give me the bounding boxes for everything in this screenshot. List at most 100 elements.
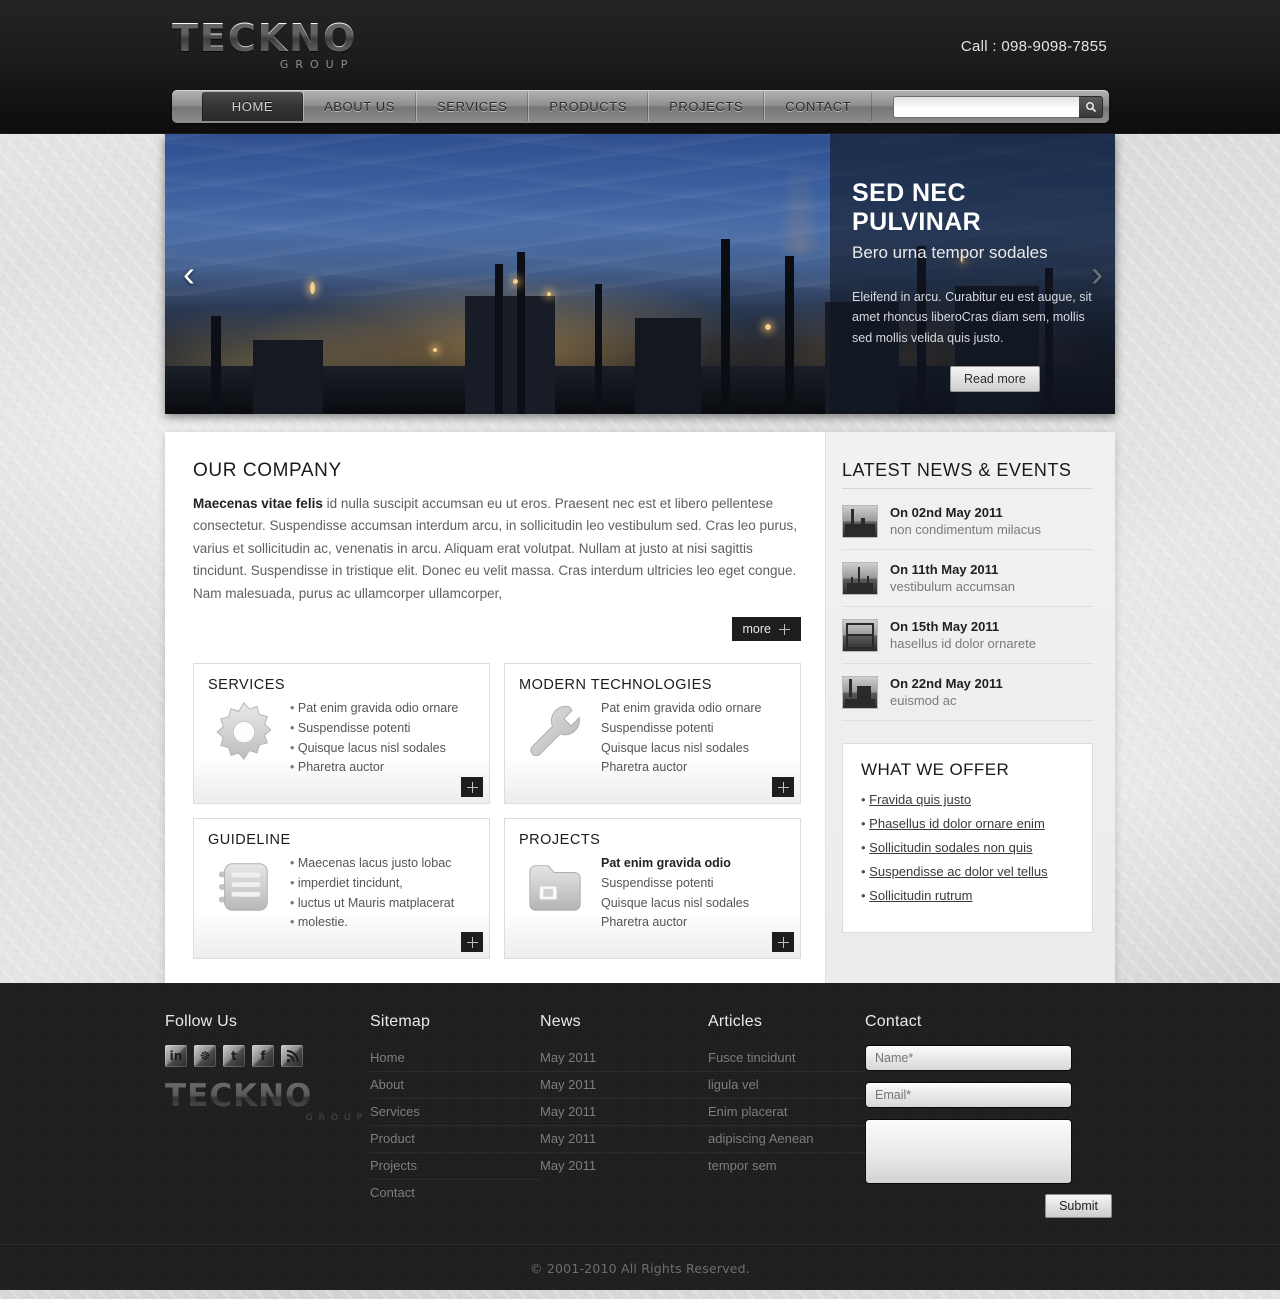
nav-item-contact[interactable]: CONTACT — [764, 92, 873, 121]
sitemap-link-projects[interactable]: Projects — [370, 1153, 540, 1179]
footer-news-link[interactable]: May 2011 — [540, 1126, 708, 1152]
search-input[interactable] — [893, 95, 1079, 118]
sitemap-link-home[interactable]: Home — [370, 1045, 540, 1071]
search-button[interactable] — [1079, 95, 1103, 118]
news-item[interactable]: On 15th May 2011 hasellus id dolor ornar… — [842, 607, 1093, 664]
feature-box-expand-button[interactable] — [772, 932, 794, 953]
offer-link[interactable]: Sollicitudin sodales non quis — [869, 840, 1032, 855]
list-item: Projects — [370, 1153, 540, 1180]
list-item: May 2011 — [540, 1153, 708, 1179]
news-thumbnail — [842, 562, 878, 595]
feature-list-item: Quisque lacus nisl sodales — [601, 740, 749, 755]
nav-item-home[interactable]: HOME — [202, 92, 303, 121]
our-company-more-button[interactable]: more — [731, 617, 801, 642]
sitemap-list: Home About Services Product Projects Con… — [370, 1045, 540, 1206]
sitemap-link-product[interactable]: Product — [370, 1126, 540, 1152]
rss-icon[interactable] — [281, 1045, 303, 1067]
nav-item-projects[interactable]: PROJECTS — [648, 92, 765, 121]
news-item[interactable]: On 02nd May 2011 non condimentum milacus — [842, 493, 1093, 550]
social-links: in ☸ t f — [165, 1045, 370, 1067]
nav-item-products[interactable]: PRODUCTS — [528, 92, 649, 121]
sitemap-link-services[interactable]: Services — [370, 1099, 540, 1125]
offer-link[interactable]: Phasellus id dolor ornare enim — [869, 816, 1045, 831]
sidebar: LATEST NEWS & EVENTS On 02nd May 2011 no… — [825, 432, 1115, 983]
footer-article-link[interactable]: Fusce tincidunt — [708, 1045, 865, 1071]
news-item[interactable]: On 11th May 2011 vestibulum accumsan — [842, 550, 1093, 607]
feature-list-item: Suspendisse potenti — [290, 719, 458, 739]
footer-news-link[interactable]: May 2011 — [540, 1072, 708, 1098]
hero-structure — [253, 340, 323, 414]
feature-box-expand-button[interactable] — [461, 777, 483, 798]
footer-article-link[interactable]: ligula vel — [708, 1072, 865, 1098]
footer-news-heading: News — [540, 1013, 581, 1030]
offer-link[interactable]: Suspendisse ac dolor vel tellus — [869, 864, 1048, 879]
footer-news-link[interactable]: May 2011 — [540, 1153, 708, 1179]
facebook-icon[interactable]: f — [252, 1045, 274, 1067]
hero-subtitle: Bero urna tempor sodales — [852, 243, 1048, 262]
list-item: tempor sem — [708, 1153, 865, 1179]
sitemap-link-contact[interactable]: Contact — [370, 1180, 540, 1206]
slider-prev-button[interactable]: ‹ — [183, 256, 195, 292]
twitter-icon[interactable]: t — [223, 1045, 245, 1067]
nav-item-services[interactable]: SERVICES — [416, 92, 529, 121]
list-item: Services — [370, 1099, 540, 1126]
news-date: On 02nd May 2011 — [890, 505, 1003, 520]
news-date: On 11th May 2011 — [890, 562, 999, 577]
feature-box-expand-button[interactable] — [461, 932, 483, 953]
feature-list-item: Pat enim gravida odio — [601, 856, 731, 871]
sitemap-link-about[interactable]: About — [370, 1072, 540, 1098]
footer-news-link[interactable]: May 2011 — [540, 1099, 708, 1125]
hero-smoke — [777, 154, 821, 254]
hero-structure — [517, 252, 525, 414]
search-area — [893, 92, 1107, 121]
footer-news-list: May 2011 May 2011 May 2011 May 2011 May … — [540, 1045, 708, 1179]
feature-box-guideline[interactable]: GUIDELINE • Maecenas lacus justo lobac •… — [193, 818, 490, 960]
feature-box-expand-button[interactable] — [772, 777, 794, 798]
feature-list-item: Suspendisse potenti — [601, 720, 714, 735]
contact-submit-button[interactable]: Submit — [1045, 1194, 1112, 1218]
offer-link[interactable]: Fravida quis justo — [869, 792, 971, 807]
contact-name-field[interactable] — [865, 1045, 1072, 1071]
linkedin-icon[interactable]: in — [165, 1045, 187, 1067]
footer-news-link[interactable]: May 2011 — [540, 1045, 708, 1071]
feature-list-item: Pharetra auctor — [290, 758, 458, 778]
feature-box-projects[interactable]: PROJECTS Pat enim gravida odio Suspendis… — [504, 818, 801, 960]
footer-logo-wordmark: TECKNO — [165, 1081, 370, 1112]
contact-email-field[interactable] — [865, 1082, 1072, 1108]
feature-list-item: molestie. — [290, 913, 454, 933]
nav-item-about-us[interactable]: ABOUT US — [303, 92, 417, 121]
footer-article-link[interactable]: Enim placerat — [708, 1099, 865, 1125]
feature-box-modern-technologies[interactable]: MODERN TECHNOLOGIES Pat enim gravida odi… — [504, 663, 801, 805]
list-item: May 2011 — [540, 1099, 708, 1126]
feature-box-title: PROJECTS — [519, 832, 601, 849]
logo-wordmark: TECKNO — [172, 16, 358, 60]
news-thumbnail — [842, 505, 878, 538]
hero-slider: ‹ › SED NEC PULVINAR Bero urna tempor so… — [165, 134, 1115, 414]
contact-message-field[interactable] — [865, 1119, 1072, 1184]
feature-list-item: Maecenas lacus justo lobac — [290, 854, 454, 874]
news-date: On 22nd May 2011 — [890, 676, 1003, 691]
folder-icon — [519, 854, 591, 933]
feature-box-services[interactable]: SERVICES Pat enim gravida odio ornare Su… — [193, 663, 490, 805]
site-logo[interactable]: TECKNO GROUP — [172, 19, 357, 70]
hero-structure — [465, 296, 555, 414]
footer-sitemap: Sitemap Home About Services Product Proj… — [370, 1013, 540, 1218]
offer-list-item: Sollicitudin rutrum — [861, 888, 1074, 903]
list-item: Contact — [370, 1180, 540, 1206]
offer-link[interactable]: Sollicitudin rutrum — [869, 888, 972, 903]
list-item: May 2011 — [540, 1126, 708, 1153]
feature-list-item: Quisque lacus nisl sodales — [290, 739, 458, 759]
expand-icon — [466, 781, 478, 793]
footer-logo-tagline: GROUP — [305, 1113, 368, 1123]
news-item[interactable]: On 22nd May 2011 euismod ac — [842, 664, 1093, 721]
feature-box-title: GUIDELINE — [208, 832, 291, 849]
feature-list-item: Suspendisse potenti — [601, 875, 714, 890]
hero-read-more-button[interactable]: Read more — [950, 365, 1040, 392]
hero-lamp — [765, 324, 771, 330]
feature-box-title: SERVICES — [208, 677, 286, 694]
feature-list-item: Pat enim gravida odio ornare — [290, 699, 459, 719]
footer-article-link[interactable]: adipiscing Aenean — [708, 1126, 865, 1152]
hero-structure — [785, 256, 794, 414]
footer-article-link[interactable]: tempor sem — [708, 1153, 865, 1179]
myspace-icon[interactable]: ☸ — [194, 1045, 216, 1067]
